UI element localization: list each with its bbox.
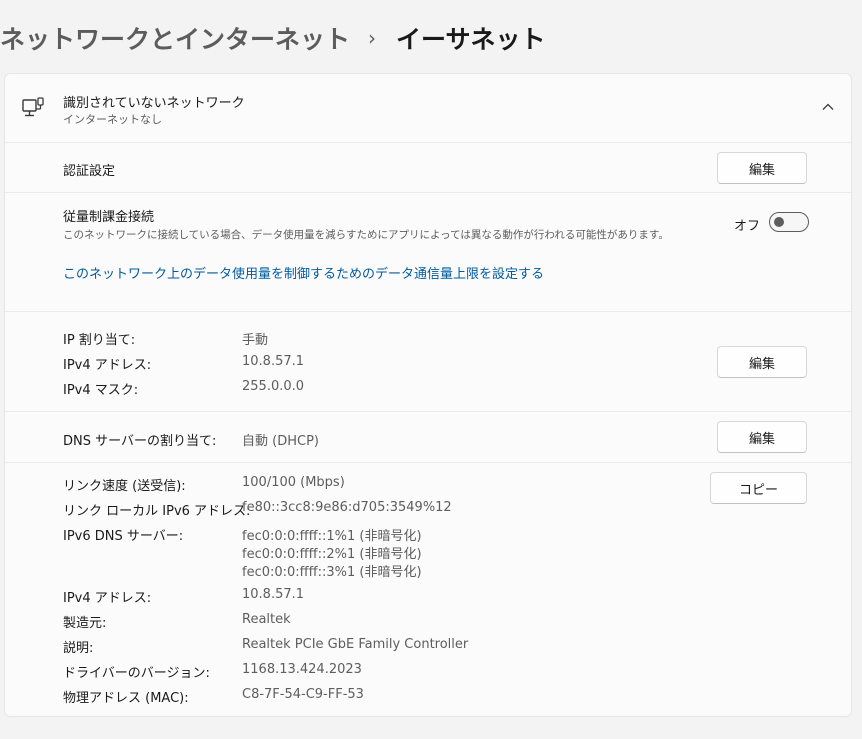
ip-assignment-label: IP 割り当て: xyxy=(63,333,136,348)
description-label: 説明: xyxy=(63,641,94,656)
toggle-knob xyxy=(774,217,784,227)
ipv6-local-value: fe80::3cc8:9e86:d705:3549%12 xyxy=(242,500,452,515)
ip-edit-button[interactable]: 編集 xyxy=(717,346,807,378)
ipv6-dns-value-3: fec0:0:0:ffff::3%1 (非暗号化) xyxy=(242,565,422,580)
ip-settings-row: IP 割り当て: 手動 IPv4 アドレス: 10.8.57.1 IPv4 マス… xyxy=(5,311,851,411)
breadcrumb-parent[interactable]: ネットワークとインターネット xyxy=(0,20,350,56)
dns-value: 自動 (DHCP) xyxy=(242,434,319,449)
data-limit-link[interactable]: このネットワーク上のデータ使用量を制御するためのデータ通信量上限を設定する xyxy=(63,263,544,282)
ipv4-address-label: IPv4 アドレス: xyxy=(63,358,152,373)
mac-address-label: 物理アドレス (MAC): xyxy=(63,691,189,706)
network-computer-icon xyxy=(22,97,44,117)
auth-label: 認証設定 xyxy=(63,164,116,179)
metered-description: このネットワークに接続している場合、データ使用量を減らすためにアプリによっては異… xyxy=(63,229,669,241)
metered-toggle-state: オフ xyxy=(734,219,761,234)
driver-version-value: 1168.13.424.2023 xyxy=(242,662,362,677)
mac-address-value: C8-7F-54-C9-FF-53 xyxy=(242,687,364,702)
breadcrumb: ネットワークとインターネット › イーサネット xyxy=(0,18,546,58)
ipv6-dns-value-2: fec0:0:0:ffff::2%1 (非暗号化) xyxy=(242,547,422,562)
chevron-up-icon[interactable] xyxy=(819,98,837,116)
ipv4-value: 10.8.57.1 xyxy=(242,587,305,602)
page-title: イーサネット xyxy=(396,25,546,54)
manufacturer-label: 製造元: xyxy=(63,616,107,631)
dns-label: DNS サーバーの割り当て: xyxy=(63,434,217,449)
driver-version-label: ドライバーのバージョン: xyxy=(63,666,210,681)
network-header[interactable]: 識別されていないネットワーク インターネットなし xyxy=(5,74,851,142)
metered-toggle[interactable] xyxy=(769,212,809,232)
auth-row: 認証設定 編集 xyxy=(5,142,851,192)
ipv6-dns-value-1: fec0:0:0:ffff::1%1 (非暗号化) xyxy=(242,529,422,544)
copy-button[interactable]: コピー xyxy=(710,472,807,504)
manufacturer-value: Realtek xyxy=(242,612,291,627)
link-speed-value: 100/100 (Mbps) xyxy=(242,475,345,490)
metered-label: 従量制課金接続 xyxy=(63,210,155,225)
network-title: 識別されていないネットワーク xyxy=(63,96,245,111)
ipv4-mask-value: 255.0.0.0 xyxy=(242,379,305,394)
ip-assignment-value: 手動 xyxy=(242,333,269,348)
metered-row: 従量制課金接続 このネットワークに接続している場合、データ使用量を減らすためにア… xyxy=(5,192,851,311)
ipv6-dns-label: IPv6 DNS サーバー: xyxy=(63,529,184,544)
description-value: Realtek PCIe GbE Family Controller xyxy=(242,637,469,652)
breadcrumb-separator-icon: › xyxy=(368,26,377,50)
ipv4-mask-label: IPv4 マスク: xyxy=(63,383,139,398)
network-subtitle: インターネットなし xyxy=(63,113,162,126)
dns-edit-button[interactable]: 編集 xyxy=(717,421,807,453)
ipv6-local-label: リンク ローカル IPv6 アドレス: xyxy=(63,504,251,519)
properties-section: コピー リンク速度 (送受信): 100/100 (Mbps) リンク ローカル… xyxy=(5,462,851,716)
network-card: 識別されていないネットワーク インターネットなし 認証設定 編集 従量制課金接続… xyxy=(4,73,852,717)
ipv4-label: IPv4 アドレス: xyxy=(63,591,152,606)
link-speed-label: リンク速度 (送受信): xyxy=(63,479,186,494)
auth-edit-button[interactable]: 編集 xyxy=(717,152,807,184)
ipv4-address-value: 10.8.57.1 xyxy=(242,354,305,369)
dns-row: DNS サーバーの割り当て: 自動 (DHCP) 編集 xyxy=(5,411,851,462)
